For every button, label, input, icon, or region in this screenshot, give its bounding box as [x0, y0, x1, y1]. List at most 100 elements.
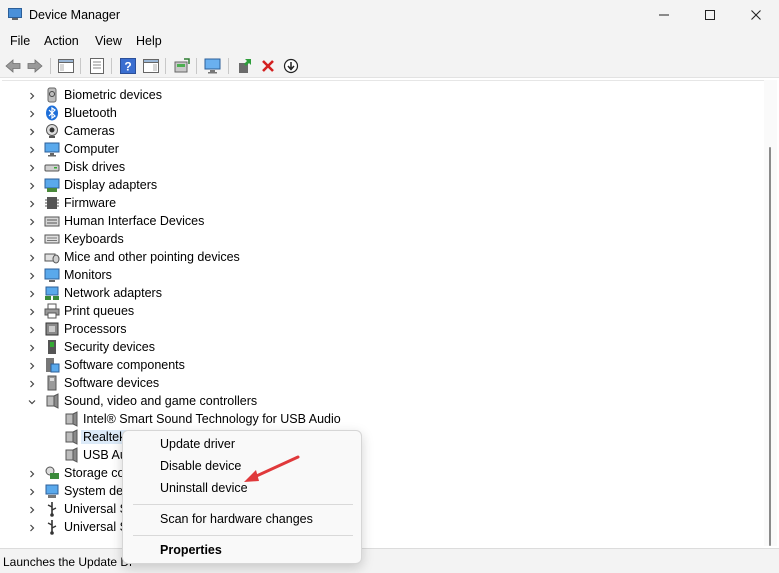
chevron-right-icon[interactable] — [27, 306, 37, 316]
chevron-right-icon[interactable] — [27, 486, 37, 496]
category-item[interactable]: Biometric devices — [2, 86, 762, 104]
minimize-button[interactable] — [641, 0, 687, 30]
category-item[interactable]: Firmware — [2, 194, 762, 212]
category-item[interactable]: Universal S — [2, 518, 762, 536]
chevron-right-icon[interactable] — [27, 108, 37, 118]
display-adapter-icon — [44, 177, 60, 193]
chevron-right-icon[interactable] — [27, 504, 37, 514]
tree-item-label: Network adapters — [64, 286, 162, 300]
category-item[interactable]: Bluetooth — [2, 104, 762, 122]
menu-uninstall-device[interactable]: Uninstall device — [160, 481, 248, 495]
device-item[interactable]: Intel® Smart Sound Technology for USB Au… — [2, 410, 762, 428]
close-button[interactable] — [733, 0, 779, 30]
tree-item-label: Intel® Smart Sound Technology for USB Au… — [83, 412, 341, 426]
chevron-down-icon[interactable] — [27, 396, 37, 406]
category-item[interactable]: Sound, video and game controllers — [2, 392, 762, 410]
speaker-icon — [63, 411, 79, 427]
tree-item-label: Bluetooth — [64, 106, 117, 120]
category-item[interactable]: Software devices — [2, 374, 762, 392]
software-device-icon — [44, 375, 60, 391]
chevron-right-icon[interactable] — [27, 216, 37, 226]
device-item[interactable]: Realtek — [2, 428, 762, 446]
menu-help[interactable]: Help — [136, 34, 162, 48]
device-manager-icon — [8, 8, 22, 21]
tree-item-label: USB Au — [83, 448, 127, 462]
category-item[interactable]: Software components — [2, 356, 762, 374]
category-item[interactable]: Cameras — [2, 122, 762, 140]
tree-item-label: Universal S — [64, 520, 128, 534]
category-item[interactable]: Security devices — [2, 338, 762, 356]
category-item[interactable]: Display adapters — [2, 176, 762, 194]
chevron-right-icon[interactable] — [27, 180, 37, 190]
category-item[interactable]: Disk drives — [2, 158, 762, 176]
tree-item-label: Security devices — [64, 340, 156, 354]
title-bar: Device Manager — [0, 0, 779, 30]
category-item[interactable]: Network adapters — [2, 284, 762, 302]
scrollbar-thumb[interactable] — [769, 147, 771, 546]
category-item[interactable]: Processors — [2, 320, 762, 338]
vertical-scrollbar[interactable] — [764, 80, 777, 546]
category-item[interactable]: Storage co — [2, 464, 762, 482]
tree-item-label: Mice and other pointing devices — [64, 250, 240, 264]
tree-item-label: Keyboards — [64, 232, 124, 246]
chevron-right-icon[interactable] — [27, 198, 37, 208]
chevron-right-icon[interactable] — [27, 252, 37, 262]
bluetooth-icon — [44, 105, 60, 121]
menu-separator — [133, 535, 353, 536]
biometric-icon — [44, 87, 60, 103]
chevron-right-icon[interactable] — [27, 234, 37, 244]
tree-item-label: Firmware — [64, 196, 117, 210]
menu-disable-device[interactable]: Disable device — [160, 459, 241, 473]
chevron-right-icon[interactable] — [27, 522, 37, 532]
menu-separator — [133, 504, 353, 505]
tree-item-label: Universal S — [64, 502, 128, 516]
chevron-right-icon[interactable] — [27, 162, 37, 172]
properties-icon[interactable] — [87, 56, 107, 76]
tree-item-label: Software components — [64, 358, 185, 372]
category-item[interactable]: Human Interface Devices — [2, 212, 762, 230]
tree-item-label: Sound, video and game controllers — [64, 394, 258, 408]
device-tree[interactable]: Biometric devices Bluetooth Cameras Compute… — [2, 80, 764, 546]
category-item[interactable]: Monitors — [2, 266, 762, 284]
chevron-right-icon[interactable] — [27, 342, 37, 352]
device-item[interactable]: USB Au — [2, 446, 762, 464]
update-driver-icon[interactable] — [172, 56, 192, 76]
chevron-right-icon[interactable] — [27, 126, 37, 136]
enable-device-icon[interactable] — [235, 56, 255, 76]
tree-item-label: Realtek — [81, 430, 128, 444]
firmware-icon — [44, 195, 60, 211]
menu-properties[interactable]: Properties — [160, 543, 222, 557]
software-component-icon — [44, 357, 60, 373]
maximize-button[interactable] — [687, 0, 733, 30]
chevron-right-icon[interactable] — [27, 90, 37, 100]
chevron-right-icon[interactable] — [27, 360, 37, 370]
chevron-right-icon[interactable] — [27, 324, 37, 334]
show-action-pane-icon[interactable] — [141, 56, 161, 76]
category-item[interactable]: Computer — [2, 140, 762, 158]
chevron-right-icon[interactable] — [27, 144, 37, 154]
back-icon[interactable] — [3, 56, 23, 76]
category-item[interactable]: Print queues — [2, 302, 762, 320]
category-item[interactable]: System dev — [2, 482, 762, 500]
scan-hardware-icon[interactable] — [203, 56, 223, 76]
menu-update-driver[interactable]: Update driver — [160, 437, 235, 451]
chevron-right-icon[interactable] — [27, 378, 37, 388]
forward-icon[interactable] — [25, 56, 45, 76]
category-item[interactable]: Universal S — [2, 500, 762, 518]
menu-file[interactable]: File — [10, 34, 30, 48]
menu-view[interactable]: View — [95, 34, 122, 48]
status-text: Launches the Update Dr — [3, 555, 134, 569]
tree-item-label: Computer — [64, 142, 119, 156]
chevron-right-icon[interactable] — [27, 468, 37, 478]
chevron-right-icon[interactable] — [27, 270, 37, 280]
chevron-right-icon[interactable] — [27, 288, 37, 298]
show-hide-console-tree-icon[interactable] — [56, 56, 76, 76]
category-item[interactable]: Mice and other pointing devices — [2, 248, 762, 266]
menu-scan-hardware-changes[interactable]: Scan for hardware changes — [160, 512, 313, 526]
uninstall-device-icon[interactable] — [258, 56, 278, 76]
disable-device-icon[interactable] — [281, 56, 301, 76]
toolbar: ? — [0, 53, 779, 78]
help-icon[interactable]: ? — [118, 56, 138, 76]
menu-action[interactable]: Action — [44, 34, 79, 48]
category-item[interactable]: Keyboards — [2, 230, 762, 248]
